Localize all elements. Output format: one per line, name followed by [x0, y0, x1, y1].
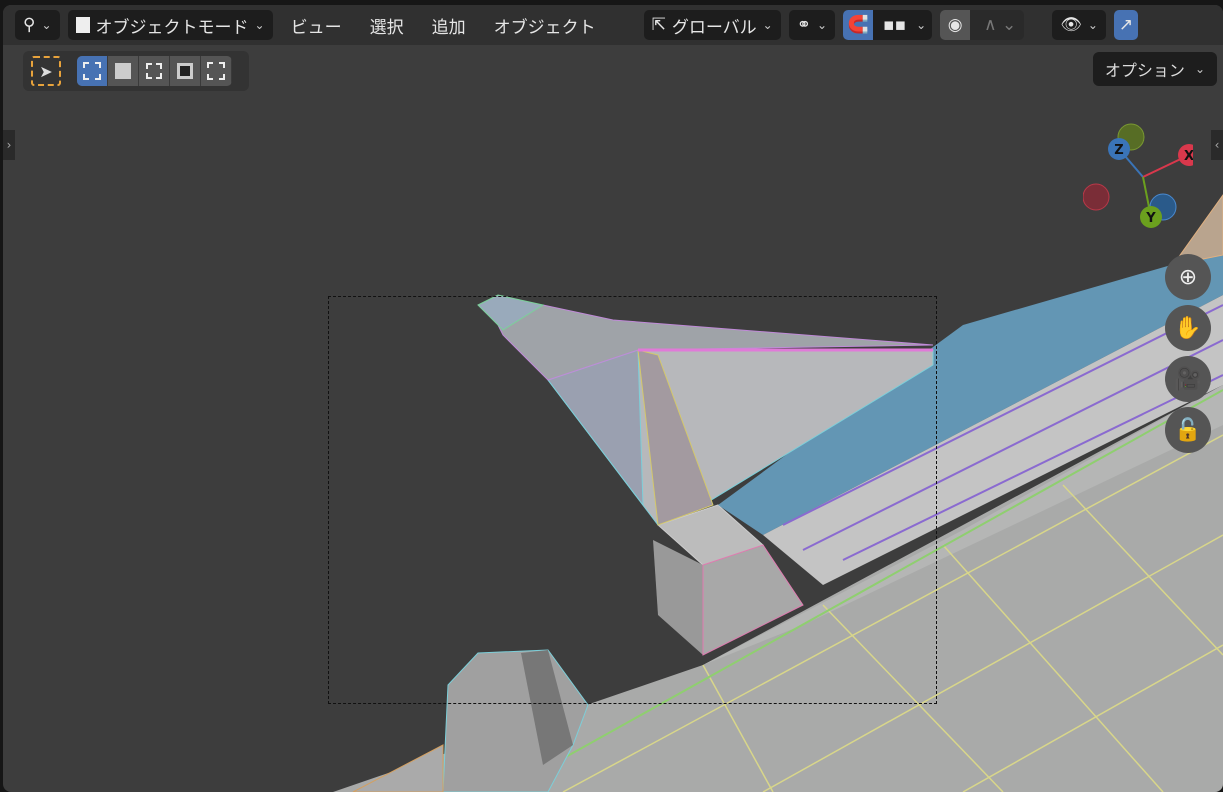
invert-selection-icon — [177, 63, 193, 79]
new-selection-icon — [83, 62, 101, 80]
visibility-dropdown[interactable]: 👁 ⌄ — [1052, 10, 1106, 40]
zoom-magnifier-icon: ⊕ — [1178, 264, 1198, 290]
menu-view[interactable]: ビュー — [281, 13, 352, 38]
box-select-rectangle — [328, 296, 937, 704]
proportional-edit-group: ◉ ∧ ⌄ — [940, 10, 1025, 40]
pan-button[interactable]: ✋ — [1165, 305, 1211, 351]
mode-label: オブジェクトモード — [95, 17, 249, 38]
snap-target-icon[interactable]: ▪▪ — [879, 15, 910, 35]
selection-mode-group — [77, 56, 232, 86]
orientation-axes-icon: ⇱ — [651, 15, 666, 35]
proportional-edit-icon[interactable]: ◉ — [940, 10, 971, 40]
gizmo-toggle-button[interactable]: ↗ — [1113, 10, 1139, 40]
tool-settings-bar: ➤ — [23, 51, 249, 91]
menu-object[interactable]: オブジェクト — [484, 13, 606, 38]
mode-subtract-button[interactable] — [139, 56, 170, 86]
snap-magnet-icon[interactable]: 🧲 — [843, 10, 874, 40]
zoom-button[interactable]: ⊕ — [1165, 254, 1211, 300]
mode-extend-button[interactable] — [108, 56, 139, 86]
toolbar-expand-handle[interactable]: › — [3, 130, 15, 160]
sidebar-expand-handle[interactable]: ‹ — [1211, 130, 1223, 160]
menu-select[interactable]: 選択 — [360, 13, 414, 38]
cursor-arrow-icon: ➤ — [39, 61, 53, 81]
snap-group: 🧲 ▪▪ ⌄ — [843, 10, 933, 40]
y-axis-label: Y — [1145, 211, 1156, 226]
camera-view-button[interactable]: 🎥 — [1165, 356, 1211, 402]
mode-invert-button[interactable] — [170, 56, 201, 86]
3d-viewport[interactable]: ⚲ ⌄ オブジェクトモード ⌄ ビュー 選択 追加 オブジェクト ⇱ グローバル ⌄ ⚭… — [3, 5, 1223, 792]
camera-icon: 🎥 — [1174, 366, 1202, 392]
unlock-icon: 🔓 — [1174, 417, 1202, 443]
neg-x-axis-handle — [1083, 183, 1110, 211]
transform-orientation-dropdown[interactable]: ⇱ グローバル ⌄ — [643, 10, 781, 40]
eye-selectable-icon: 👁 — [1060, 15, 1082, 35]
lock-view-button[interactable]: 🔓 — [1165, 407, 1211, 453]
falloff-curve-icon[interactable]: ∧ ⌄ — [976, 15, 1024, 35]
options-dropdown[interactable]: オプション ⌄ — [1092, 52, 1217, 86]
menu-add[interactable]: 追加 — [422, 13, 476, 38]
pivot-icon: ⚭ — [796, 15, 811, 35]
navigation-gizmo[interactable]: Z X Y — [1083, 117, 1193, 232]
select-box-tool-button[interactable]: ➤ — [31, 56, 61, 86]
editor-type-button[interactable]: ⚲ ⌄ — [15, 10, 60, 40]
z-axis-label: Z — [1114, 143, 1123, 158]
hand-icon: ✋ — [1174, 315, 1202, 341]
gizmo-icon: ↗ — [1118, 15, 1134, 35]
orientation-label: グローバル — [671, 17, 757, 38]
mode-set-new-button[interactable] — [77, 56, 108, 86]
mode-dropdown[interactable]: オブジェクトモード ⌄ — [67, 10, 273, 40]
viewport-icon: ⚲ — [23, 15, 36, 35]
extend-selection-icon — [115, 63, 131, 79]
options-label: オプション — [1104, 61, 1185, 80]
mode-intersect-button[interactable] — [201, 56, 232, 86]
pivot-point-dropdown[interactable]: ⚭ ⌄ — [788, 10, 836, 40]
intersect-selection-icon — [207, 62, 225, 80]
x-axis-label: X — [1184, 149, 1193, 164]
subtract-selection-icon — [146, 63, 162, 79]
object-mode-icon — [75, 17, 90, 33]
viewport-header: ⚲ ⌄ オブジェクトモード ⌄ ビュー 選択 追加 オブジェクト ⇱ グローバル ⌄ ⚭… — [3, 5, 1223, 45]
